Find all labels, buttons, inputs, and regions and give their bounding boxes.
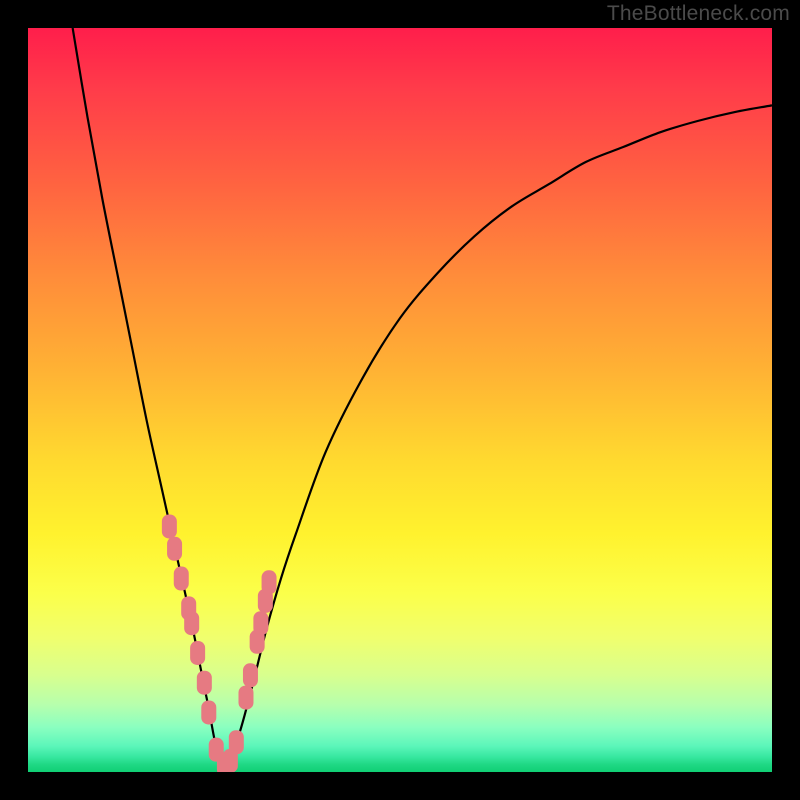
curve-marker bbox=[190, 641, 205, 665]
curve-marker bbox=[162, 514, 177, 538]
curve-marker bbox=[253, 611, 268, 635]
curve-marker bbox=[229, 730, 244, 754]
bottleneck-curve bbox=[28, 28, 772, 772]
curve-marker bbox=[262, 570, 277, 594]
curve-marker bbox=[238, 686, 253, 710]
curve-marker bbox=[184, 611, 199, 635]
curve-marker bbox=[201, 700, 216, 724]
curve-marker bbox=[174, 567, 189, 591]
watermark-text: TheBottleneck.com bbox=[607, 2, 790, 26]
curve-marker bbox=[197, 671, 212, 695]
curve-marker bbox=[167, 537, 182, 561]
curve-line bbox=[73, 28, 772, 766]
curve-marker bbox=[243, 663, 258, 687]
plot-area bbox=[28, 28, 772, 772]
outer-frame: TheBottleneck.com bbox=[0, 0, 800, 800]
